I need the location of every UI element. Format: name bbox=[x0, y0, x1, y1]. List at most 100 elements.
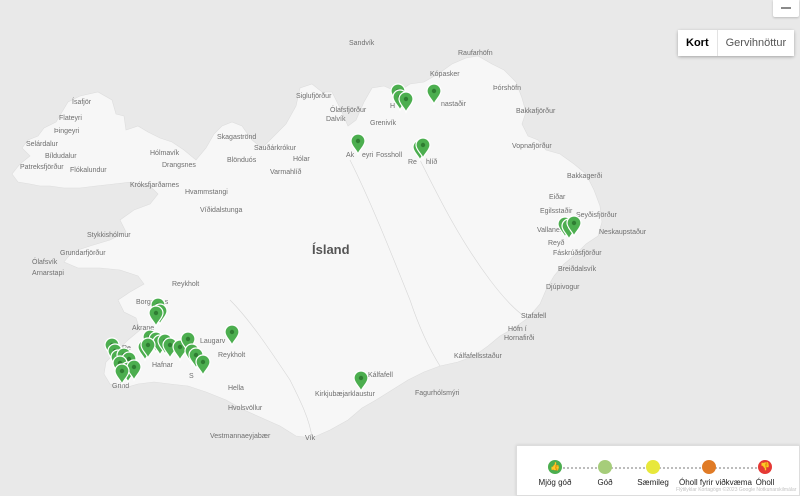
label-laugarvatn: Laugarv bbox=[200, 338, 226, 345]
label-thingeyri: Þingeyri bbox=[54, 128, 80, 135]
legend-item-unhealthy-sensitive: Óholl fyrir viðkvæma bbox=[679, 460, 752, 487]
label-hornafjordur: Hornafirði bbox=[504, 334, 535, 342]
label-eidar: Eiðar bbox=[549, 193, 566, 201]
station-marker-dot bbox=[431, 88, 437, 94]
label-holmavik: Hólmavík bbox=[150, 150, 180, 157]
fullscreen-button[interactable] bbox=[773, 0, 799, 17]
label-neskaupstadur: Neskaupstaður bbox=[599, 228, 647, 236]
label-hella: Hella bbox=[228, 385, 244, 392]
label-drangsnes: Drangsnes bbox=[162, 162, 196, 169]
label-stykkisholmur: Stykkishólmur bbox=[87, 232, 131, 239]
label-grenivik: Grenivík bbox=[370, 120, 397, 127]
label-varmahlid: Varmahlíð bbox=[270, 168, 301, 176]
legend-label-unhealthy: Óholl bbox=[755, 478, 775, 487]
label-reykjahlid: Re bbox=[408, 159, 417, 166]
label-hvolsvollur: Hvolsvöllur bbox=[228, 405, 263, 412]
map-svg[interactable]: Ísland Sandvík Raufarhöfn Kópasker Þórsh… bbox=[0, 0, 800, 496]
station-marker-dot bbox=[420, 142, 426, 148]
label-vidhidalstunga: Víðidalstunga bbox=[200, 206, 243, 214]
label-kalfafellsstadur: Kálfafellsstaður bbox=[454, 352, 503, 360]
thumbs-up-icon: 👍 bbox=[548, 460, 562, 474]
thumbs-down-icon: 👎 bbox=[758, 460, 772, 474]
label-selfoss: S bbox=[189, 373, 194, 380]
map-canvas[interactable]: Ísland Sandvík Raufarhöfn Kópasker Þórsh… bbox=[0, 0, 800, 496]
station-marker-dot bbox=[145, 342, 151, 348]
label-thorshofn: Þórshöfn bbox=[493, 85, 521, 92]
label-faskrudsfjordur: Fáskrúðsfjörður bbox=[553, 249, 602, 257]
label-patreksfjordur: Patreksfjörður bbox=[20, 163, 64, 171]
label-selardalur: Selárdalur bbox=[26, 141, 59, 148]
label-akureyri2: eyri bbox=[362, 152, 374, 159]
label-akureyri: Ak bbox=[346, 152, 355, 159]
label-asbyrgi: nastaðir bbox=[441, 100, 467, 108]
map-type-satellite-button[interactable]: Gervihnöttur bbox=[717, 30, 795, 56]
label-kirkjubaejarklaustur: Kirkjubæjarklaustur bbox=[315, 391, 376, 398]
label-olafsvik: Ólafsvík bbox=[32, 257, 58, 266]
legend-label-fair: Sæmileg bbox=[637, 478, 669, 487]
label-vik: Vík bbox=[305, 435, 316, 442]
label-raufarhofn: Raufarhöfn bbox=[458, 50, 493, 57]
label-bildudalur: Bíldudalur bbox=[45, 153, 77, 160]
label-bakkafjordur: Bakkafjörður bbox=[516, 107, 556, 115]
label-fossholl: Fossholl bbox=[376, 152, 403, 159]
label-arnarstapi: Arnarstapi bbox=[32, 270, 64, 277]
label-sandvik: Sandvík bbox=[349, 40, 375, 47]
label-dalvik: Dalvík bbox=[326, 116, 346, 123]
map-type-control[interactable]: Kort Gervihnöttur bbox=[678, 30, 795, 56]
label-seydisfjordur: Seyðisfjörður bbox=[576, 211, 618, 219]
circle-icon bbox=[598, 460, 612, 474]
map-type-kort-button[interactable]: Kort bbox=[678, 30, 718, 56]
label-stafafell: Stafafell bbox=[521, 313, 547, 320]
legend-label-unhealthy-sensitive: Óholl fyrir viðkvæma bbox=[679, 478, 752, 487]
station-marker-dot bbox=[193, 352, 199, 358]
label-reydarfjordur: Reyð bbox=[548, 239, 564, 247]
legend-item-fair: Sæmileg bbox=[623, 460, 683, 487]
station-marker-dot bbox=[229, 329, 235, 335]
label-breiddalsvik: Breiðdalsvík bbox=[558, 265, 597, 273]
label-fagurholsmyri: Fagurhólsmýri bbox=[415, 390, 460, 397]
station-marker-dot bbox=[167, 342, 173, 348]
label-flokalundur: Flókalundur bbox=[70, 167, 107, 174]
label-kalfafell: Kálfafell bbox=[368, 372, 393, 379]
label-kopasker: Kópasker bbox=[430, 71, 460, 78]
station-marker-dot bbox=[185, 336, 191, 342]
station-marker-dot bbox=[358, 375, 364, 381]
station-marker-dot bbox=[177, 344, 183, 350]
label-grindavik: Grind bbox=[112, 383, 129, 390]
circle-icon bbox=[702, 460, 716, 474]
label-husavik: H bbox=[390, 103, 395, 110]
label-reykholt: Reykholt bbox=[172, 281, 199, 288]
station-marker-dot bbox=[200, 359, 206, 365]
label-olafsfjordur: Ólafsfjörður bbox=[330, 105, 367, 114]
station-marker-dot bbox=[403, 96, 409, 102]
legend-item-unhealthy: 👎 Óholl bbox=[735, 460, 795, 487]
label-skagastrond: Skagaströnd bbox=[217, 134, 256, 141]
label-reykjahlid2: hlíð bbox=[426, 158, 437, 166]
circle-icon bbox=[646, 460, 660, 474]
label-hafnarfjordur: Hafnar bbox=[152, 362, 174, 369]
map-attribution: Flýtilyklar Kortagögn ©2023 Google Notku… bbox=[676, 487, 797, 493]
label-djupivogur: Djúpivogur bbox=[546, 284, 580, 291]
label-holar: Hólar bbox=[293, 156, 310, 163]
station-marker-dot bbox=[571, 220, 577, 226]
label-hofn: Höfn í bbox=[508, 326, 527, 333]
label-hvammstangi: Hvammstangi bbox=[185, 189, 228, 196]
label-saudarkrokur: Sauðárkrókur bbox=[254, 144, 297, 152]
station-marker-dot bbox=[355, 138, 361, 144]
label-bakkagerdi: Bakkagerði bbox=[567, 172, 602, 180]
label-vopnafjordur: Vopnafjörður bbox=[512, 142, 552, 150]
label-grundarfjordur: Grundarfjörður bbox=[60, 249, 106, 257]
label-egilsstadir: Egilsstaðir bbox=[540, 207, 573, 215]
label-isafjordur: Ísafjör bbox=[72, 97, 92, 106]
label-island: Ísland bbox=[312, 242, 350, 257]
label-blonduos: Blönduós bbox=[227, 157, 257, 164]
station-marker-dot bbox=[153, 310, 159, 316]
minus-icon bbox=[781, 7, 791, 9]
label-flateyri: Flateyri bbox=[59, 115, 82, 122]
label-siglufjordur: Siglufjörður bbox=[296, 92, 332, 100]
label-krokseyjarnes: Króksfjarðarnes bbox=[130, 181, 180, 189]
station-marker-dot bbox=[131, 364, 137, 370]
label-vestmannaeyjabaer: Vestmannaeyjabær bbox=[210, 433, 271, 440]
label-reykholt2: Reykholt bbox=[218, 352, 245, 359]
station-marker-dot bbox=[119, 368, 125, 374]
